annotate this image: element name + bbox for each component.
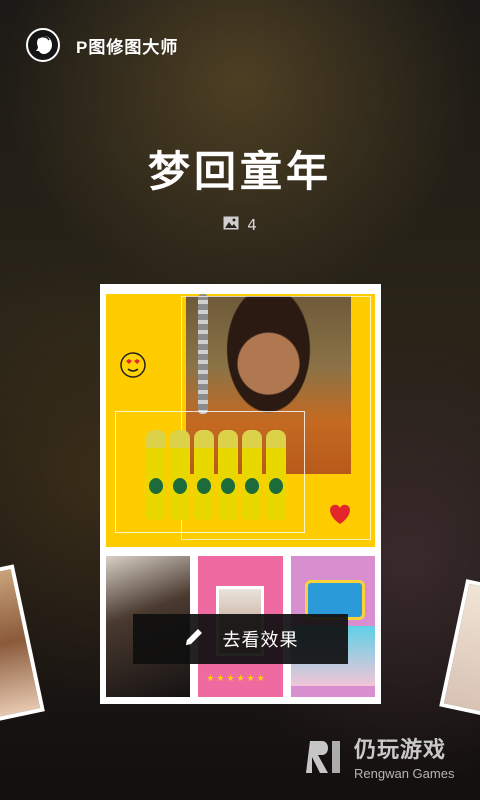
rengwan-logo-icon [306, 737, 346, 777]
watermark-title: 仍玩游戏 [354, 738, 447, 763]
watermark-subtitle: Rengwan Games [354, 766, 455, 781]
view-effect-label: 去看效果 [222, 630, 299, 651]
view-effect-button[interactable]: 去看效果 [133, 614, 348, 664]
hero-collage-image [106, 294, 375, 547]
bottles-photo [126, 420, 296, 520]
image-icon [223, 216, 239, 234]
heart-icon [326, 502, 354, 526]
app-name: P图修图大师 [76, 37, 179, 57]
watermark: 仍玩游戏 Rengwan Games [306, 732, 454, 781]
album-title: 梦回童年 [147, 147, 332, 196]
app-logo-icon[interactable] [26, 28, 60, 62]
heart-eyes-emoji-icon [118, 350, 148, 380]
image-count: 4 [0, 216, 480, 234]
pencil-icon [183, 626, 205, 652]
image-count-value: 4 [247, 216, 257, 234]
app-header: P图修图大师 [26, 28, 178, 62]
next-template-card[interactable] [439, 579, 480, 721]
previous-template-card[interactable] [0, 564, 45, 726]
